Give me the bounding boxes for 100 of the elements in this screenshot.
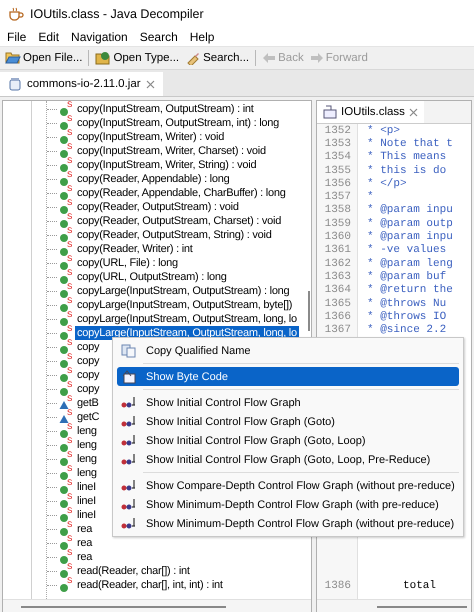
scrollbar-thumb[interactable] [308, 291, 310, 331]
graph-nodes-icon [121, 452, 137, 466]
code-line: * @return the [366, 284, 453, 296]
search-button[interactable]: Search... [183, 50, 252, 66]
coffee-cup-icon [8, 7, 24, 21]
tree-item[interactable]: copy(InputStream, Writer) : void [75, 130, 226, 144]
tree-item[interactable]: lineI [75, 508, 98, 522]
line-number: 1361 [324, 244, 352, 256]
menu-item[interactable]: Show Minimum-Depth Control Flow Graph (without pre-reduce) [117, 514, 459, 533]
documents-icon [121, 344, 137, 358]
tree-item[interactable]: copy(URL, OutputStream) : long [75, 270, 229, 284]
code-line: * <p> [366, 124, 400, 137]
tree-item[interactable]: lineI [75, 494, 98, 508]
tree-item[interactable]: copy(InputStream, OutputStream) : int [75, 102, 256, 116]
menu-item[interactable]: Show Byte Code [117, 367, 459, 386]
line-number: 1363 [324, 270, 352, 283]
tree-item[interactable]: copy(Reader, OutputStream, Charset) : void [75, 214, 284, 228]
line-number: 1355 [324, 164, 352, 177]
code-line: * this is do [366, 164, 446, 177]
tree-item[interactable]: copyLarge(InputStream, OutputStream, byte[]) [75, 298, 294, 312]
folder-icon [5, 51, 21, 65]
code-line: * @param outp [366, 218, 453, 230]
graph-nodes-icon [121, 478, 137, 492]
tree-item[interactable]: rea [75, 522, 94, 536]
tree-item[interactable]: rea [75, 536, 94, 550]
tree-item[interactable]: copy(InputStream, Writer, String) : void [75, 158, 258, 172]
tree-item[interactable]: copyLarge(InputStream, OutputStream) : long [75, 284, 292, 298]
line-number: 1356 [324, 178, 352, 190]
close-icon[interactable] [146, 80, 155, 88]
code-line: * [366, 191, 374, 204]
line-number: 1352 [324, 124, 352, 137]
tree-item[interactable]: copyLarge(InputStream, OutputStream, long, lo [75, 312, 299, 326]
tree-item[interactable]: leng [75, 452, 99, 466]
scrollbar-thumb[interactable] [377, 606, 467, 608]
tree-item[interactable]: copy(Reader, OutputStream, String) : void [75, 228, 274, 242]
code-line: * @param inpu [366, 231, 453, 244]
flashlight-icon [185, 51, 202, 65]
open-file-button[interactable]: Open File... [3, 50, 84, 66]
forward-arrow-icon [310, 52, 324, 64]
menu-item[interactable]: Navigation [66, 30, 133, 44]
tree-item[interactable]: leng [75, 466, 99, 480]
code-line: * Note that t [366, 138, 453, 150]
tree-item[interactable]: read(Reader, char[]) : int [75, 564, 192, 578]
code-line: * @throws Nu [366, 298, 446, 310]
open-type-button[interactable]: Open Type... [93, 50, 182, 66]
jar-icon [8, 77, 22, 91]
window-title: IOUtils.class - Java Decompiler [30, 7, 204, 21]
tree-item[interactable]: leng [75, 424, 99, 438]
tree-item[interactable]: rea [75, 550, 94, 564]
tree-item[interactable]: copy [75, 354, 102, 368]
line-number: 1367 [324, 324, 352, 336]
menu-item[interactable]: Show Initial Control Flow Graph (Goto) [117, 412, 459, 431]
menu-item[interactable]: Show Minimum-Depth Control Flow Graph (with pre-reduce) [117, 495, 459, 514]
tree-item[interactable]: read(Reader, char[], int, int) : int [75, 578, 225, 592]
tree-item[interactable]: copy(URL, File) : long [75, 256, 180, 270]
tree-item[interactable]: copy(Reader, Appendable, CharBuffer) : long [75, 186, 288, 200]
tree-item[interactable]: copy(InputStream, Writer, Charset) : void [75, 144, 268, 158]
tree-item[interactable]: getC [75, 410, 102, 424]
tree-item[interactable]: leng [75, 438, 99, 452]
line-number: 1386 [324, 580, 352, 592]
graph-nodes-icon [121, 434, 137, 448]
graph-nodes-icon [121, 414, 137, 428]
line-number: 1360 [324, 231, 352, 244]
menu-item[interactable]: Edit [33, 30, 64, 44]
tree-item[interactable]: getB [75, 396, 101, 410]
code-line: * This means [366, 151, 446, 164]
tree-item[interactable]: copy(InputStream, OutputStream, int) : long [75, 116, 282, 130]
code-line: * @param leng [366, 258, 453, 270]
menu-item[interactable]: Help [184, 30, 220, 44]
line-number: 1359 [324, 218, 352, 230]
tree-item[interactable]: copy(Reader, Writer) : int [75, 242, 195, 256]
code-line: * @param inpu [366, 204, 453, 216]
menu-item[interactable]: Search [134, 30, 183, 44]
graph-nodes-icon [121, 498, 137, 512]
scrollbar-thumb[interactable] [21, 606, 226, 608]
editor-tab[interactable]: IOUtils.class [317, 101, 424, 123]
menu-item[interactable]: Show Initial Control Flow Graph [117, 393, 459, 412]
tree-item[interactable]: copy [75, 382, 102, 396]
code-line: * -ve values [366, 244, 446, 256]
code-line: * </p> [366, 178, 407, 190]
close-icon[interactable] [408, 108, 418, 116]
line-number: 1358 [324, 204, 352, 216]
tree-item[interactable]: copy [75, 340, 102, 354]
code-line: * @since 2.2 [366, 324, 446, 336]
line-number: 1357 [324, 191, 352, 204]
back-arrow-icon [262, 52, 276, 64]
menu-item[interactable]: File [2, 30, 32, 44]
tree-item[interactable]: lineI [75, 480, 98, 494]
menu-item[interactable]: Copy Qualified Name [117, 341, 459, 360]
code-line: * @throws IO [366, 310, 446, 323]
menu-item[interactable]: Show Compare-Depth Control Flow Graph (without pre-reduce) [117, 476, 459, 495]
line-number: 1364 [324, 284, 352, 296]
graph-nodes-icon [121, 396, 137, 410]
file-tab[interactable]: commons-io-2.11.0.jar [0, 72, 163, 96]
menu-item[interactable]: Show Initial Control Flow Graph (Goto, Loop, Pre-Reduce) [117, 450, 459, 469]
tree-item[interactable]: copy(Reader, OutputStream) : void [75, 200, 241, 214]
tree-item[interactable]: copy [75, 368, 102, 382]
line-number: 1354 [324, 151, 352, 164]
tree-item[interactable]: copy(Reader, Appendable) : long [75, 172, 232, 186]
menu-item[interactable]: Show Initial Control Flow Graph (Goto, Loop) [117, 431, 459, 450]
